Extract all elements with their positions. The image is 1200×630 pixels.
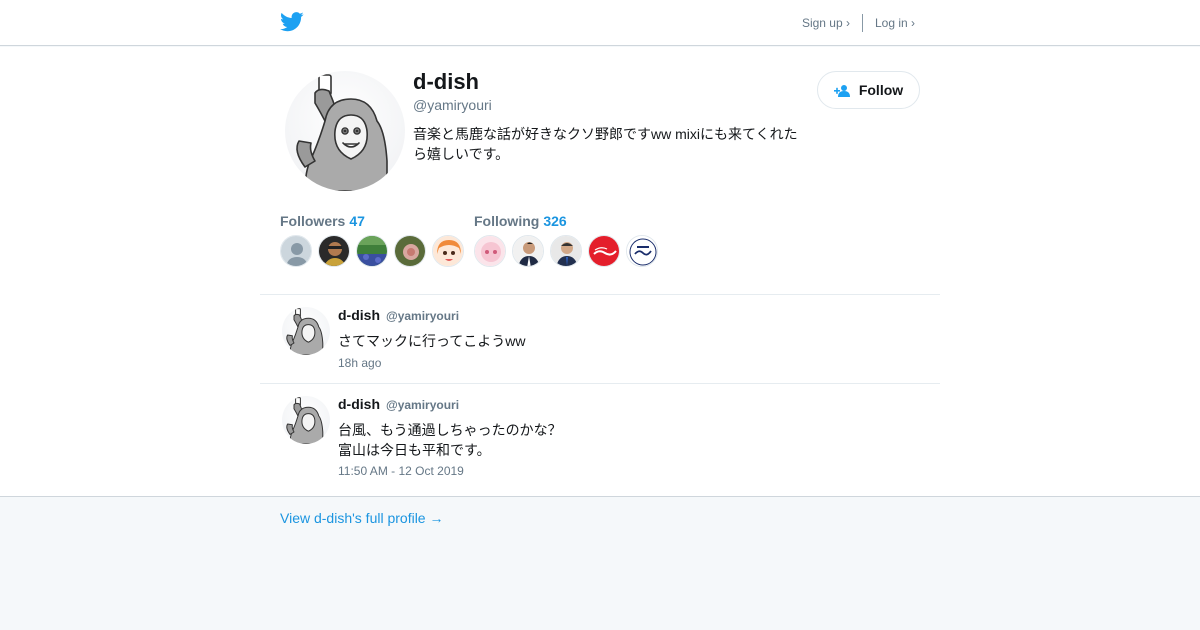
person-photo-icon [319,236,349,266]
followers-label: Followers [280,213,346,229]
garden-photo-icon [357,236,387,266]
following-avatar[interactable] [474,235,506,267]
tweet-author-handle[interactable]: @yamiryouri [386,398,459,412]
follower-avatar[interactable] [432,235,464,267]
nav-divider [861,14,863,32]
sweets-logo-icon [627,236,657,266]
signup-link[interactable]: Sign up › [802,16,850,30]
following-avatars [474,235,658,267]
login-link[interactable]: Log in › [875,16,915,30]
tweet[interactable]: d-dish @yamiryouri さてマックに行ってこようww 18h ag… [260,295,940,383]
twitter-bird-icon[interactable] [280,12,304,32]
full-profile-link[interactable]: View d-dish's full profile → [280,510,443,526]
profile-avatar[interactable] [285,71,405,191]
auth-nav: Sign up › Log in › [802,14,915,32]
profile-bio: 音楽と馬鹿な話が好きなクソ野郎ですww mixiにも来てくれたら嬉しいです。 [413,126,798,162]
tweet-author-name[interactable]: d-dish [338,307,380,323]
coca-cola-logo-icon [589,236,619,266]
man-suit-icon [513,236,543,266]
tweet-avatar[interactable] [282,307,330,355]
gorilla-drawing [296,74,388,191]
following-stat[interactable]: Following 326 [474,213,567,229]
tweet-text: さてマックに行ってこようww [338,331,526,351]
follow-label: Follow [858,82,904,98]
followers-count: 47 [349,213,365,229]
tweet-line: 富山は今日も平和です。 [338,442,491,458]
tweet-line: さてマックに行ってこようww [338,333,526,349]
tweet-timestamp[interactable]: 11:50 AM - 12 Oct 2019 [338,464,464,478]
anime-girl-icon [433,236,463,266]
add-user-icon [833,84,850,97]
tweet-author-handle[interactable]: @yamiryouri [386,309,459,323]
tweet-line: 台風、もう通過しちゃったのかな？ [338,422,562,438]
tweet-author-name[interactable]: d-dish [338,396,380,412]
man-suit-icon [551,236,581,266]
profile-card: d-dish @yamiryouri 音楽と馬鹿な話が好きなクソ野郎ですww m… [0,47,1200,497]
following-avatar[interactable] [550,235,582,267]
flower-photo-icon [395,236,425,266]
follow-button[interactable]: Follow [817,71,920,109]
default-avatar-icon [281,236,311,266]
following-avatar[interactable] [626,235,658,267]
following-avatar[interactable] [588,235,620,267]
tweet[interactable]: d-dish @yamiryouri 台風、もう通過しちゃったのかな？ 富山は今… [260,384,940,496]
follower-avatars [280,235,464,267]
profile-name: d-dish [413,69,479,94]
gorilla-drawing [286,308,324,355]
following-label: Following [474,213,540,229]
following-avatar[interactable] [512,235,544,267]
follower-avatar[interactable] [394,235,426,267]
following-count: 326 [543,213,567,229]
follower-avatar[interactable] [318,235,350,267]
follower-avatar[interactable] [280,235,312,267]
pink-anime-icon [475,236,505,266]
tweet-timestamp[interactable]: 18h ago [338,356,381,370]
profile-handle: @yamiryouri [413,97,492,113]
top-bar: Sign up › Log in › [0,0,1200,46]
tweet-text: 台風、もう通過しちゃったのかな？ 富山は今日も平和です。 [338,420,562,460]
followers-stat[interactable]: Followers 47 [280,213,365,229]
tweet-avatar[interactable] [282,396,330,444]
gorilla-drawing [286,397,324,444]
follower-avatar[interactable] [356,235,388,267]
